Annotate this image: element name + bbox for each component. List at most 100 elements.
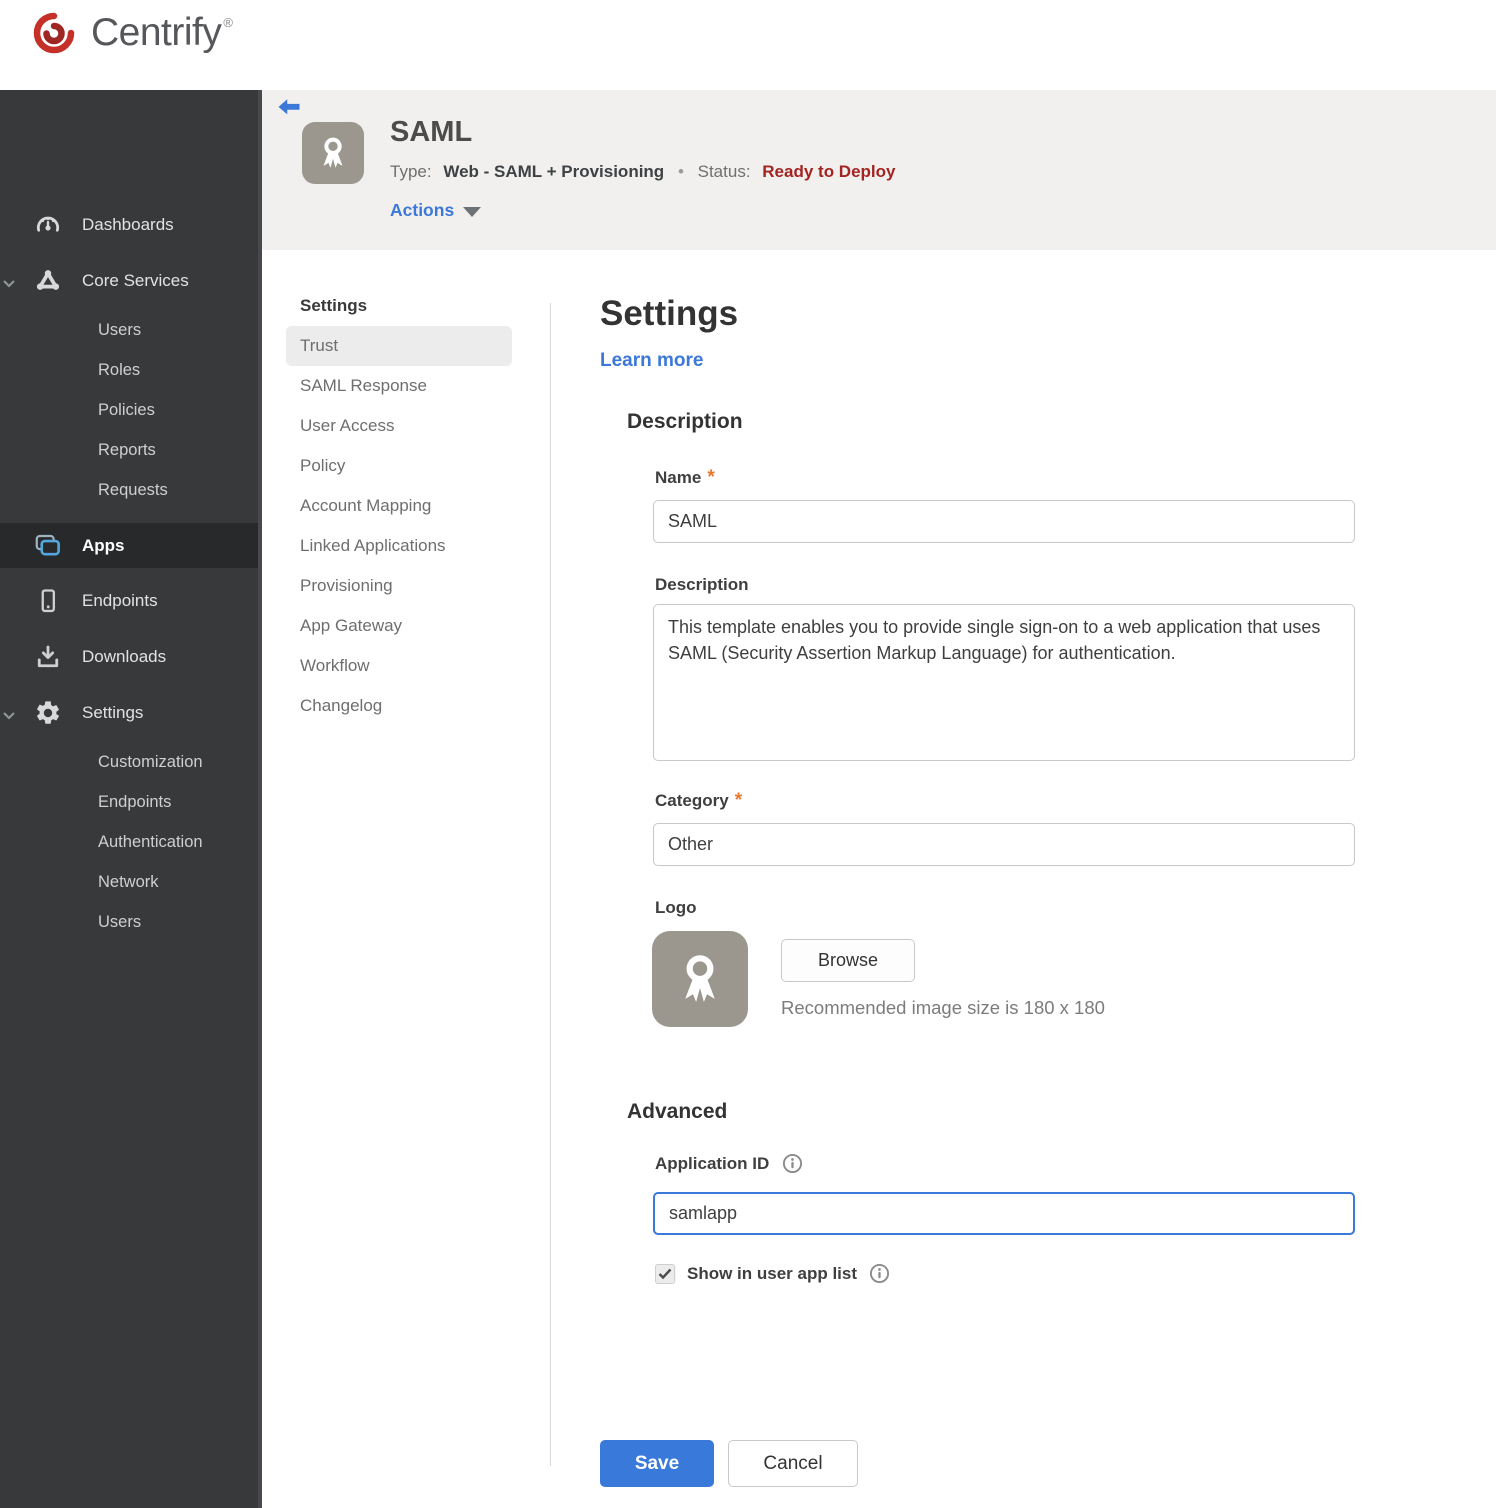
subnav-item-trust[interactable]: Trust xyxy=(286,326,512,366)
sidebar-item-network[interactable]: Network xyxy=(0,863,258,901)
subnav-item-app-gateway[interactable]: App Gateway xyxy=(286,606,512,646)
learn-more-link[interactable]: Learn more xyxy=(600,350,703,372)
actions-menu-button[interactable]: Actions xyxy=(390,200,482,221)
ribbon-icon xyxy=(685,955,715,1002)
sidebar-item-requests[interactable]: Requests xyxy=(0,471,258,509)
endpoints-device-icon xyxy=(32,585,64,617)
sidebar-item-label: Authentication xyxy=(98,832,203,851)
settings-subnav: Trust SAML Response User Access Policy A… xyxy=(286,326,512,726)
subnav-item-saml-response[interactable]: SAML Response xyxy=(286,366,512,406)
sidebar-item-label: Requests xyxy=(98,480,168,499)
sidebar-item-policies[interactable]: Policies xyxy=(0,391,258,429)
sidebar-item-downloads[interactable]: Downloads xyxy=(0,635,258,679)
subnav-item-user-access[interactable]: User Access xyxy=(286,406,512,446)
info-icon[interactable] xyxy=(869,1263,890,1284)
category-field[interactable] xyxy=(653,823,1355,866)
centrify-logo-icon xyxy=(33,12,75,54)
subnav-item-provisioning[interactable]: Provisioning xyxy=(286,566,512,606)
sidebar-item-apps[interactable]: Apps xyxy=(0,523,258,568)
separator-dot: • xyxy=(677,162,684,181)
apps-icon xyxy=(32,530,64,562)
save-button[interactable]: Save xyxy=(600,1440,714,1487)
sidebar-item-users[interactable]: Users xyxy=(0,311,258,349)
sidebar-item-label: Policies xyxy=(98,400,155,419)
app-meta: Type: Web - SAML + Provisioning • Status… xyxy=(390,162,895,182)
subnav-item-linked-applications[interactable]: Linked Applications xyxy=(286,526,512,566)
sidebar-item-endpoints-settings[interactable]: Endpoints xyxy=(0,783,258,821)
application-id-label: Application ID xyxy=(655,1153,770,1173)
sidebar-item-roles[interactable]: Roles xyxy=(0,351,258,389)
sidebar-item-dashboards[interactable]: Dashboards xyxy=(0,203,258,247)
description-label: Description xyxy=(655,575,749,594)
caret-down-icon xyxy=(463,206,482,217)
advanced-section-heading: Advanced xyxy=(627,1100,728,1123)
type-label: Type: xyxy=(390,162,432,181)
app-logo-badge xyxy=(302,122,364,184)
sidebar-item-label: Dashboards xyxy=(82,215,174,234)
sidebar-item-users-settings[interactable]: Users xyxy=(0,903,258,941)
show-in-app-list-checkbox[interactable] xyxy=(655,1263,675,1284)
sidebar-item-settings[interactable]: Settings xyxy=(0,691,258,735)
logo-preview xyxy=(652,931,748,1027)
subnav-item-policy[interactable]: Policy xyxy=(286,446,512,486)
show-in-app-list-label: Show in user app list xyxy=(687,1263,858,1283)
sidebar-item-label: Reports xyxy=(98,440,156,459)
registered-mark: ® xyxy=(223,15,233,30)
application-id-field[interactable] xyxy=(653,1192,1355,1235)
type-value: Web - SAML + Provisioning xyxy=(443,162,665,181)
cancel-button[interactable]: Cancel xyxy=(728,1440,858,1487)
sidebar-item-label: Apps xyxy=(82,535,125,555)
sidebar-item-label: Downloads xyxy=(82,647,167,666)
sidebar-item-reports[interactable]: Reports xyxy=(0,431,258,469)
back-arrow-icon[interactable] xyxy=(275,94,305,124)
category-label: Category * xyxy=(655,790,743,811)
downloads-icon xyxy=(32,641,64,673)
sidebar-item-label: Roles xyxy=(98,360,141,379)
subnav-item-workflow[interactable]: Workflow xyxy=(286,646,512,686)
show-in-app-list-row: Show in user app list xyxy=(655,1263,890,1284)
sidebar-item-label: Users xyxy=(98,320,142,339)
required-asterisk: * xyxy=(734,790,743,811)
sidebar-item-label: Core Services xyxy=(82,271,189,290)
description-section-heading: Description xyxy=(627,410,743,433)
name-label: Name * xyxy=(655,467,715,488)
logo-label: Logo xyxy=(655,898,697,917)
settings-form: Settings Learn more Description Name* De… xyxy=(600,250,1380,1508)
app-header: SAML Type: Web - SAML + Provisioning • S… xyxy=(262,90,1496,250)
sidebar-item-label: Customization xyxy=(98,752,203,771)
checkmark-icon xyxy=(658,1268,672,1279)
subnav-item-account-mapping[interactable]: Account Mapping xyxy=(286,486,512,526)
sidebar-item-label: Endpoints xyxy=(98,792,172,811)
sidebar-item-core-services[interactable]: Core Services xyxy=(0,259,258,303)
sidebar-item-endpoints[interactable]: Endpoints xyxy=(0,579,258,623)
dashboards-gauge-icon xyxy=(32,209,64,241)
sidebar-item-authentication[interactable]: Authentication xyxy=(0,823,258,861)
content-area: Settings Trust SAML Response User Access… xyxy=(262,250,1496,1508)
brand-name: Centrify ® xyxy=(91,11,233,54)
page-title: SAML xyxy=(390,116,473,148)
application-id-label-row: Application ID xyxy=(655,1153,803,1174)
sidebar: Dashboards Core Services Users Roles Pol… xyxy=(0,90,262,1508)
core-services-icon xyxy=(32,265,64,297)
chevron-down-icon xyxy=(2,276,16,294)
sidebar-item-customization[interactable]: Customization xyxy=(0,743,258,781)
gear-icon xyxy=(32,697,64,729)
sidebar-item-label: Settings xyxy=(82,703,144,722)
name-field[interactable] xyxy=(653,500,1355,543)
sidebar-item-label: Network xyxy=(98,872,159,891)
top-bar: Centrify ® xyxy=(0,0,1496,90)
actions-label: Actions xyxy=(390,200,455,220)
centrify-logo: Centrify ® xyxy=(30,9,233,57)
sidebar-item-label: Endpoints xyxy=(82,591,158,610)
ribbon-icon xyxy=(323,137,343,168)
recommended-size-hint: Recommended image size is 180 x 180 xyxy=(781,997,1105,1018)
info-icon[interactable] xyxy=(782,1153,803,1174)
sidebar-item-label: Users xyxy=(98,912,142,931)
subnav-item-changelog[interactable]: Changelog xyxy=(286,686,512,726)
subnav-header: Settings xyxy=(300,296,368,315)
status-badge: Ready to Deploy xyxy=(762,162,896,181)
browse-button[interactable]: Browse xyxy=(781,939,915,982)
chevron-down-icon xyxy=(2,708,16,726)
vertical-divider xyxy=(550,303,551,1466)
description-field[interactable]: This template enables you to provide sin… xyxy=(653,604,1355,761)
